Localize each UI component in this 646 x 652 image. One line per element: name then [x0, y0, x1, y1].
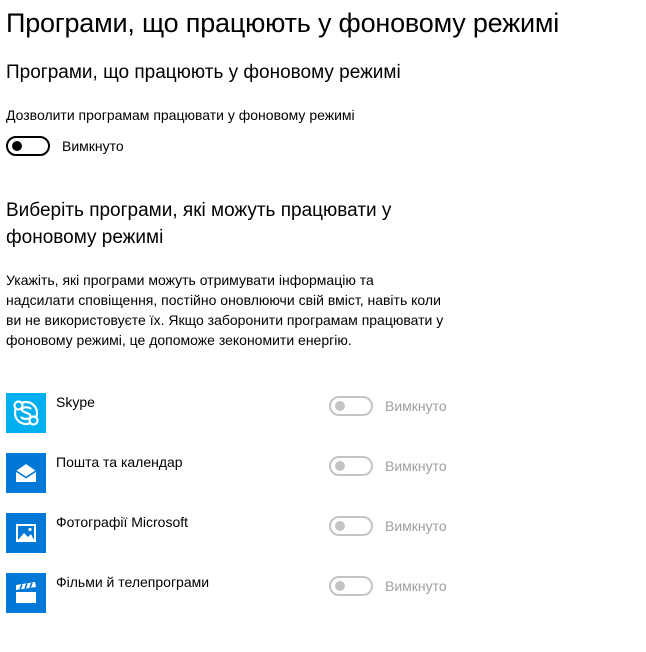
- allow-background-apps-state: Вимкнуто: [62, 138, 124, 154]
- mail-calendar-background-switch[interactable]: [329, 456, 373, 476]
- app-toggle-row: Вимкнуто: [329, 575, 447, 597]
- app-row-skype: Skype Вимкнуто: [6, 393, 476, 433]
- switch-knob: [335, 461, 345, 471]
- mail-icon: [6, 453, 46, 493]
- app-row-mail-calendar: Пошта та календар Вимкнуто: [6, 453, 476, 493]
- movies-tv-background-switch[interactable]: [329, 576, 373, 596]
- app-name-photos: Фотографії Microsoft: [56, 514, 189, 530]
- app-name-mail-calendar: Пошта та календар: [56, 454, 183, 470]
- skype-icon: [6, 393, 46, 433]
- switch-knob: [335, 401, 345, 411]
- app-toggle-row: Вимкнуто: [329, 395, 447, 417]
- choose-apps-description: Укажіть, які програми можуть отримувати …: [6, 272, 444, 348]
- switch-knob: [12, 141, 22, 151]
- app-row-movies-tv: Фільми й телепрограми Вимкнуто: [6, 573, 476, 613]
- app-name-skype: Skype: [56, 394, 95, 410]
- switch-knob: [335, 581, 345, 591]
- app-toggle-row: Вимкнуто: [329, 515, 447, 537]
- skype-background-switch[interactable]: [329, 396, 373, 416]
- photos-background-state: Вимкнуто: [385, 518, 447, 534]
- allow-background-apps-label: Дозволити програмам працювати у фоновому…: [6, 107, 355, 123]
- movies-tv-background-state: Вимкнуто: [385, 578, 447, 594]
- app-row-photos: Фотографії Microsoft Вимкнуто: [6, 513, 476, 553]
- app-name-movies-tv: Фільми й телепрограми: [56, 574, 210, 590]
- app-toggle-row: Вимкнуто: [329, 455, 447, 477]
- allow-background-apps-toggle-row: Вимкнуто: [6, 135, 124, 157]
- skype-background-state: Вимкнуто: [385, 398, 447, 414]
- photos-background-switch[interactable]: [329, 516, 373, 536]
- allow-background-apps-switch[interactable]: [6, 136, 50, 156]
- choose-apps-section-title: Виберіть програми, які можуть працювати …: [6, 200, 392, 248]
- movies-tv-icon: [6, 573, 46, 613]
- switch-knob: [335, 521, 345, 531]
- mail-calendar-background-state: Вимкнуто: [385, 458, 447, 474]
- photos-icon: [6, 513, 46, 553]
- background-apps-section-title: Програми, що працюють у фоновому режимі: [6, 62, 401, 83]
- page-title: Програми, що працюють у фоновому режимі: [6, 8, 560, 38]
